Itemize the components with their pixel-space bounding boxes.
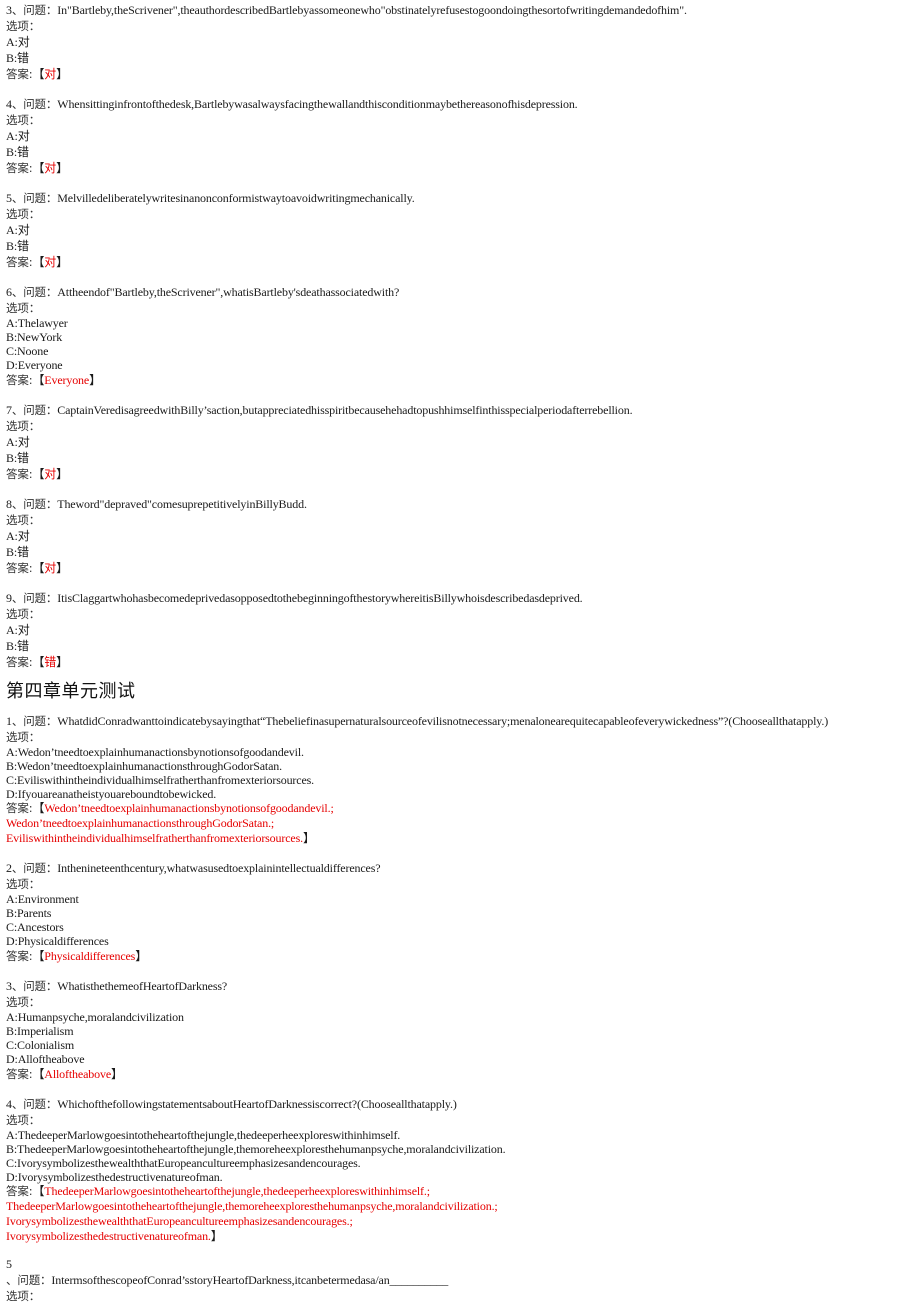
answer-value: Eviliswithintheindividualhimselfratherth… bbox=[6, 831, 303, 845]
answer-value: ThedeeperMarlowgoesintotheheartofthejung… bbox=[6, 1199, 498, 1213]
options-label: 选项： bbox=[6, 995, 41, 1009]
question-7: 7、问题：CaptainVeredisagreedwithBilly’sacti… bbox=[6, 402, 914, 482]
answer: 答案:【Wedon’tneedtoexplainhumanactionsbyno… bbox=[6, 801, 914, 846]
option-a: A:对 bbox=[6, 35, 30, 49]
options-label: 选项： bbox=[6, 113, 41, 127]
answer: 答案:【对】 bbox=[6, 67, 69, 81]
options-label: 选项： bbox=[6, 730, 41, 744]
chapter4-question-3: 3、问题：WhatisthethemeofHeartofDarkness? 选项… bbox=[6, 978, 914, 1082]
answer-value: Wedon’tneedtoexplainhumanactionsthroughG… bbox=[6, 816, 275, 830]
answer: 答案:【ThedeeperMarlowgoesintotheheartofthe… bbox=[6, 1184, 914, 1244]
question-text: 6、问题：Attheendof"Bartleby,theScrivener",w… bbox=[6, 285, 400, 299]
options-label: 选项： bbox=[6, 1113, 41, 1127]
answer-value: Everyone bbox=[44, 373, 90, 387]
options-label: 选项： bbox=[6, 19, 41, 33]
option-a: A:Wedon’tneedtoexplainhumanactionsbynoti… bbox=[6, 745, 304, 759]
question-text: 2、问题：Inthenineteenthcentury,whatwasusedt… bbox=[6, 861, 381, 875]
answer: 答案:【对】 bbox=[6, 255, 69, 269]
question-3: 3、问题：In"Bartleby,theScrivener",theauthor… bbox=[6, 2, 914, 82]
option-d: D:Ifyouareanatheistyouareboundtobewicked… bbox=[6, 787, 217, 801]
answer-value: Ivorysymbolizesthedestructivenatureofman… bbox=[6, 1229, 211, 1243]
question-text: 3、问题：WhatisthethemeofHeartofDarkness? bbox=[6, 979, 228, 993]
option-a: A:Thelawyer bbox=[6, 316, 68, 330]
option-b: B:错 bbox=[6, 51, 29, 65]
option-a: A:Humanpsyche,moralandcivilization bbox=[6, 1010, 184, 1024]
question-text: 、问题：IntermsofthescopeofConrad’sstoryHear… bbox=[6, 1273, 449, 1287]
chapter4-question-5: 5 、问题：IntermsofthescopeofConrad’sstoryHe… bbox=[6, 1256, 914, 1304]
option-d: D:Ivorysymbolizesthedestructivenatureofm… bbox=[6, 1170, 223, 1184]
option-a: A:对 bbox=[6, 129, 30, 143]
answer: 答案:【Alloftheabove】 bbox=[6, 1067, 123, 1081]
answer-value: 对 bbox=[44, 161, 57, 175]
option-a: A:Environment bbox=[6, 892, 79, 906]
option-b: B:Imperialism bbox=[6, 1024, 74, 1038]
option-b: B:错 bbox=[6, 639, 29, 653]
options-label: 选项： bbox=[6, 513, 41, 527]
option-c: C:Noone bbox=[6, 344, 49, 358]
question-text: 3、问题：In"Bartleby,theScrivener",theauthor… bbox=[6, 3, 687, 17]
option-b: B:Parents bbox=[6, 906, 52, 920]
option-c: C:IvorysymbolizesthewealththatEuropeancu… bbox=[6, 1156, 361, 1170]
answer: 答案:【Everyone】 bbox=[6, 373, 101, 387]
option-d: D:Alloftheabove bbox=[6, 1052, 85, 1066]
option-a: A:对 bbox=[6, 435, 30, 449]
option-b: B:错 bbox=[6, 239, 29, 253]
option-b: B:NewYork bbox=[6, 330, 63, 344]
option-d: D:Everyone bbox=[6, 358, 63, 372]
section-heading: 第四章单元测试 bbox=[6, 681, 136, 702]
question-text: 4、问题：Whensittinginfrontofthedesk,Bartleb… bbox=[6, 97, 578, 111]
answer-value: IvorysymbolizesthewealththatEuropeancult… bbox=[6, 1214, 353, 1228]
options-label: 选项： bbox=[6, 419, 41, 433]
answer-value: Wedon’tneedtoexplainhumanactionsbynotion… bbox=[44, 801, 334, 815]
question-text: 4、问题：WhichofthefollowingstatementsaboutH… bbox=[6, 1097, 457, 1111]
option-a: A:ThedeeperMarlowgoesintotheheartoftheju… bbox=[6, 1128, 401, 1142]
question-8: 8、问题：Theword"depraved"comesuprepetitivel… bbox=[6, 496, 914, 576]
answer: 答案:【错】 bbox=[6, 655, 69, 669]
answer-value: 对 bbox=[44, 255, 57, 269]
answer-value: Alloftheabove bbox=[44, 1067, 111, 1081]
answer: 答案:【对】 bbox=[6, 561, 69, 575]
chapter4-question-4: 4、问题：WhichofthefollowingstatementsaboutH… bbox=[6, 1096, 914, 1244]
document-page: 3、问题：In"Bartleby,theScrivener",theauthor… bbox=[6, 0, 914, 1304]
answer-value: 错 bbox=[44, 655, 57, 669]
chapter4-question-1: 1、问题：WhatdidConradwanttoindicatebysaying… bbox=[6, 713, 914, 846]
option-d: D:Physicaldifferences bbox=[6, 934, 109, 948]
question-text: 5、问题：Melvilledeliberatelywritesinanoncon… bbox=[6, 191, 415, 205]
answer-value: 对 bbox=[44, 467, 57, 481]
options-label: 选项： bbox=[6, 607, 41, 621]
option-b: B:Wedon’tneedtoexplainhumanactionsthroug… bbox=[6, 759, 282, 773]
options-label: 选项： bbox=[6, 207, 41, 221]
answer: 答案:【对】 bbox=[6, 467, 69, 481]
question-text: 7、问题：CaptainVeredisagreedwithBilly’sacti… bbox=[6, 403, 633, 417]
option-c: C:Eviliswithintheindividualhimselfrather… bbox=[6, 773, 314, 787]
question-number: 5 bbox=[6, 1257, 12, 1271]
question-text: 8、问题：Theword"depraved"comesuprepetitivel… bbox=[6, 497, 307, 511]
question-4: 4、问题：Whensittinginfrontofthedesk,Bartleb… bbox=[6, 96, 914, 176]
question-6: 6、问题：Attheendof"Bartleby,theScrivener",w… bbox=[6, 284, 914, 388]
option-c: C:Colonialism bbox=[6, 1038, 75, 1052]
answer: 答案:【对】 bbox=[6, 161, 69, 175]
answer-value: Physicaldifferences bbox=[44, 949, 136, 963]
chapter4-question-2: 2、问题：Inthenineteenthcentury,whatwasusedt… bbox=[6, 860, 914, 964]
option-c: C:Ancestors bbox=[6, 920, 64, 934]
option-b: B:错 bbox=[6, 145, 29, 159]
question-9: 9、问题：ItisClaggartwhohasbecomedeprivedaso… bbox=[6, 590, 914, 670]
option-b: B:错 bbox=[6, 545, 29, 559]
option-a: A:对 bbox=[6, 623, 30, 637]
question-text: 1、问题：WhatdidConradwanttoindicatebysaying… bbox=[6, 714, 829, 728]
options-label: 选项： bbox=[6, 877, 41, 891]
option-b: B:ThedeeperMarlowgoesintotheheartoftheju… bbox=[6, 1142, 506, 1156]
answer-value: 对 bbox=[44, 67, 57, 81]
question-text: 9、问题：ItisClaggartwhohasbecomedeprivedaso… bbox=[6, 591, 583, 605]
option-a: A:对 bbox=[6, 529, 30, 543]
question-5: 5、问题：Melvilledeliberatelywritesinanoncon… bbox=[6, 190, 914, 270]
option-a: A:对 bbox=[6, 223, 30, 237]
answer-value: ThedeeperMarlowgoesintotheheartofthejung… bbox=[44, 1184, 430, 1198]
option-b: B:错 bbox=[6, 451, 29, 465]
answer-value: 对 bbox=[44, 561, 57, 575]
options-label: 选项： bbox=[6, 301, 41, 315]
answer: 答案:【Physicaldifferences】 bbox=[6, 949, 148, 963]
